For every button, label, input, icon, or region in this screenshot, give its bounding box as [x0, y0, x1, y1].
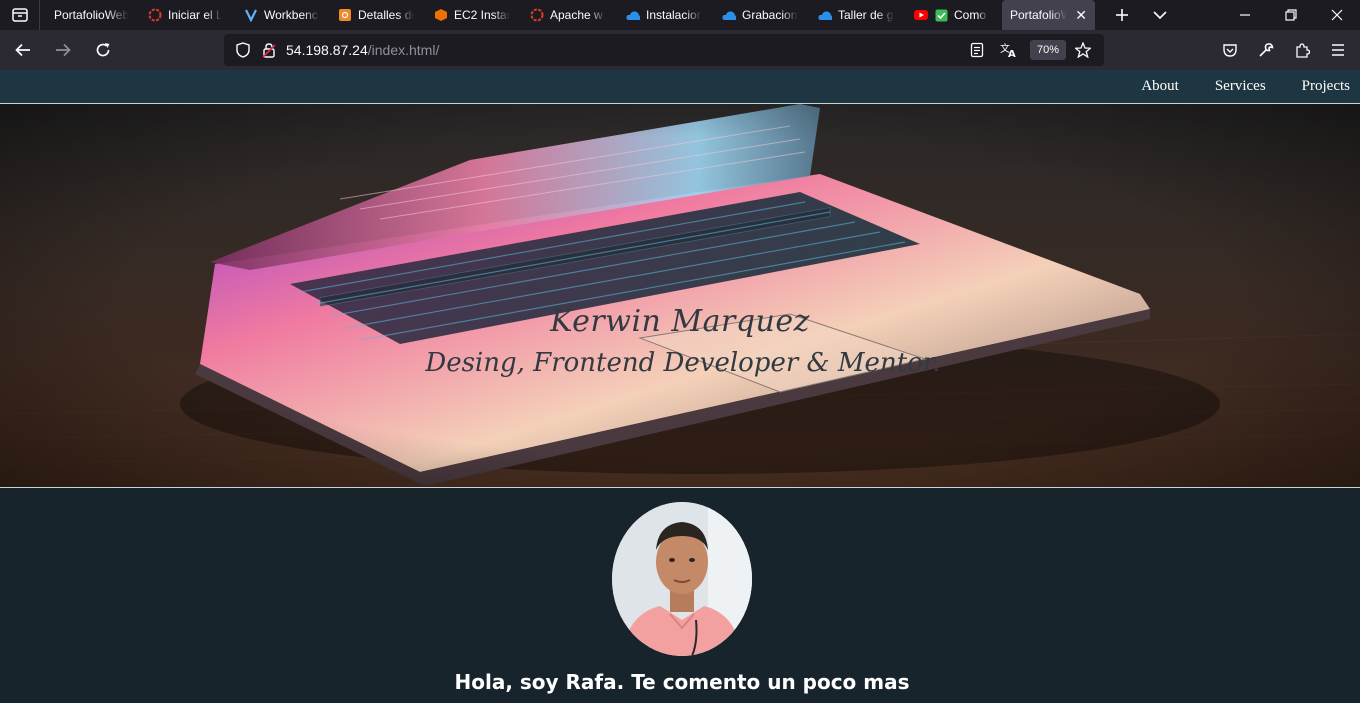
tab-taller[interactable]: Taller de g — [810, 0, 906, 30]
vuln-v-icon — [244, 8, 258, 22]
nav-link-about[interactable]: About — [1141, 78, 1179, 95]
arrow-left-icon — [15, 43, 30, 57]
tab-title: Detalles de — [358, 8, 414, 22]
toolbar-right — [1212, 30, 1356, 70]
extensions-button[interactable] — [1284, 34, 1320, 66]
chevron-down-icon — [1153, 11, 1167, 20]
reader-view-icon[interactable] — [966, 39, 988, 61]
minimize-icon — [1240, 14, 1250, 16]
profile-avatar — [612, 502, 752, 656]
pocket-button[interactable] — [1212, 34, 1248, 66]
tab-portafolioweb-active[interactable]: PortafolioW ✕ — [1002, 0, 1095, 30]
tab-title: Iniciar el L — [168, 8, 222, 22]
orange-box-icon — [338, 8, 352, 22]
list-all-tabs-button[interactable] — [1141, 0, 1179, 30]
tab-title: EC2 Instan — [454, 8, 510, 22]
hamburger-menu-icon — [1332, 44, 1344, 56]
translate-icon[interactable]: 文A — [998, 39, 1020, 61]
url-bar-actions: 文A 70% — [966, 39, 1104, 61]
tab-como[interactable]: Como — [906, 0, 996, 30]
tab-iniciar[interactable]: Iniciar el L — [140, 0, 236, 30]
laptop-hero-image — [0, 104, 1360, 487]
arrow-right-icon — [56, 43, 71, 57]
minimize-button[interactable] — [1222, 0, 1268, 30]
onedrive-cloud-icon — [722, 8, 736, 22]
tab-strip: PortafolioWeb Iniciar el L Workbenc Deta… — [0, 0, 1360, 30]
red-ring-icon — [530, 8, 544, 22]
close-tab-icon[interactable]: ✕ — [1075, 7, 1087, 24]
reload-icon — [96, 43, 110, 57]
pocket-icon — [1223, 44, 1237, 57]
web-page: About Services Projects Kerwin Marquez D… — [0, 70, 1360, 703]
hero-banner: Kerwin Marquez Desing, Frontend Develope… — [0, 104, 1360, 488]
tab-title: Como — [954, 8, 987, 22]
tab-detalles[interactable]: Detalles de — [330, 0, 426, 30]
intro-greeting: Hola, soy Rafa. Te comento un poco mas — [454, 670, 910, 694]
tab-grabacion[interactable]: Grabacion — [714, 0, 810, 30]
svg-text:A: A — [1008, 49, 1016, 58]
zoom-level-badge[interactable]: 70% — [1029, 40, 1066, 60]
hero-name: Kerwin Marquez — [550, 304, 810, 339]
onedrive-cloud-icon — [818, 8, 832, 22]
new-tab-button[interactable] — [1103, 0, 1141, 30]
tab-title: PortafolioW — [1010, 8, 1068, 22]
red-ring-icon — [148, 8, 162, 22]
tab-title: Instalacion — [646, 8, 702, 22]
firefox-view-button[interactable] — [0, 0, 40, 30]
wrench-button[interactable] — [1248, 34, 1284, 66]
bookmark-star-icon[interactable] — [1072, 39, 1094, 61]
url-path: /index.html/ — [367, 42, 440, 58]
puzzle-icon — [1296, 43, 1310, 58]
tab-workbench[interactable]: Workbenc — [236, 0, 330, 30]
insecure-lock-icon[interactable] — [258, 39, 280, 61]
tab-instalacion[interactable]: Instalacion — [618, 0, 714, 30]
forward-button[interactable] — [45, 34, 81, 66]
window-controls — [1222, 0, 1360, 30]
close-window-button[interactable] — [1314, 0, 1360, 30]
tab-title: Grabacion — [742, 8, 798, 22]
reload-button[interactable] — [85, 34, 121, 66]
profile-photo — [612, 502, 752, 656]
shield-icon[interactable] — [232, 39, 254, 61]
checkbox-green-icon — [934, 8, 948, 22]
plus-icon — [1116, 9, 1128, 21]
tab-ec2[interactable]: EC2 Instan — [426, 0, 522, 30]
onedrive-cloud-icon — [626, 8, 640, 22]
restore-icon — [1285, 9, 1297, 21]
close-icon — [1331, 9, 1343, 21]
back-button[interactable] — [5, 34, 41, 66]
restore-button[interactable] — [1268, 0, 1314, 30]
tab-title: Apache w — [550, 8, 603, 22]
tab-title: Workbenc — [264, 8, 318, 22]
tab-list: PortafolioWeb Iniciar el L Workbenc Deta… — [40, 0, 1095, 30]
url-host: 54.198.87.24 — [286, 42, 368, 58]
tab-portafolioweb[interactable]: PortafolioWeb — [40, 0, 140, 30]
wrench-icon — [1259, 43, 1274, 57]
tab-apache[interactable]: Apache w — [522, 0, 618, 30]
youtube-icon — [914, 8, 928, 22]
hero-subtitle: Desing, Frontend Developer & Mentor. — [425, 348, 941, 378]
tab-title: PortafolioWeb — [54, 8, 130, 22]
firefox-view-icon — [11, 8, 28, 22]
tab-title: Taller de g — [838, 8, 894, 22]
aws-cube-icon — [434, 8, 448, 22]
url-bar[interactable]: 54.198.87.24/index.html/ 文A 70% — [224, 34, 1104, 66]
nav-link-projects[interactable]: Projects — [1302, 78, 1350, 95]
menu-button[interactable] — [1320, 34, 1356, 66]
nav-link-services[interactable]: Services — [1215, 78, 1266, 95]
site-navbar: About Services Projects — [0, 70, 1360, 104]
navigation-toolbar: 54.198.87.24/index.html/ 文A 70% — [0, 30, 1360, 70]
